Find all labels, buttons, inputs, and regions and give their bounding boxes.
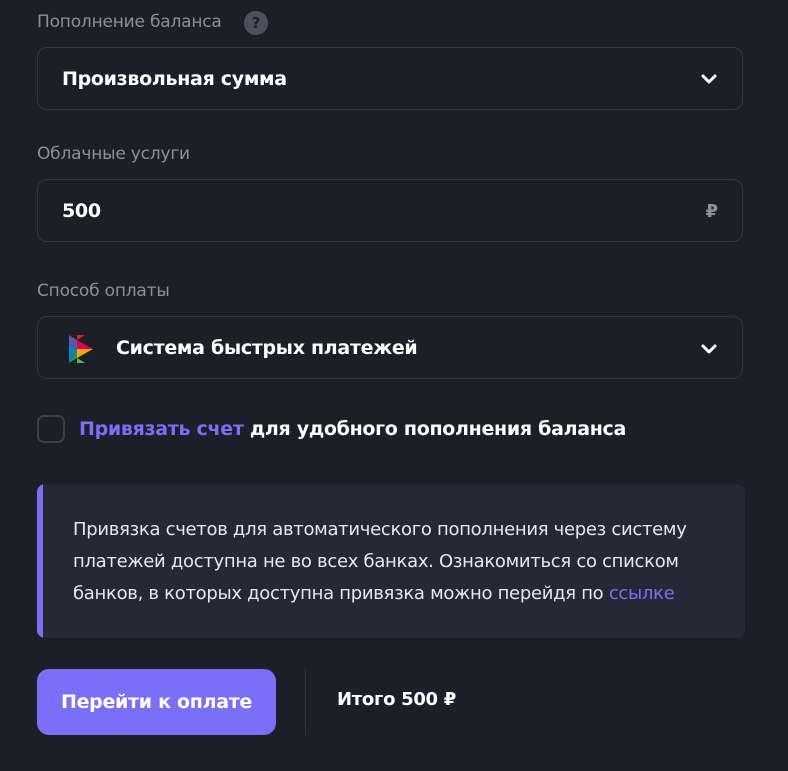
- amount-type-value: Произвольная сумма: [62, 68, 287, 90]
- sbp-logo-icon: [69, 335, 93, 363]
- info-accent-bar: [37, 484, 43, 638]
- info-body: Привязка счетов для автоматического попо…: [73, 519, 687, 604]
- amount-input-value: 500: [62, 200, 101, 222]
- payment-form: Пополнение баланса ? Произвольная сумма …: [0, 0, 788, 771]
- info-notice: Привязка счетов для автоматического попо…: [37, 484, 745, 638]
- link-account-rest: для удобного пополнения баланса: [243, 418, 627, 440]
- payment-method-value: Система быстрых платежей: [116, 337, 418, 359]
- banks-list-link[interactable]: ссылке: [609, 583, 675, 604]
- go-to-payment-button[interactable]: Перейти к оплате: [37, 669, 276, 735]
- cloud-services-label: Облачные услуги: [37, 144, 190, 164]
- amount-type-select[interactable]: Произвольная сумма: [37, 47, 743, 110]
- chevron-down-icon: [701, 344, 717, 354]
- help-icon[interactable]: ?: [244, 11, 268, 35]
- footer-divider: [305, 669, 306, 735]
- total-amount: Итого 500 ₽: [337, 689, 456, 710]
- payment-method-label: Способ оплаты: [37, 281, 170, 301]
- info-text: Привязка счетов для автоматического попо…: [73, 514, 713, 610]
- amount-input[interactable]: 500 ₽: [37, 179, 743, 242]
- link-account-label: Привязать счет для удобного пополнения б…: [79, 418, 626, 440]
- chevron-down-icon: [701, 74, 717, 84]
- ruble-icon: ₽: [705, 201, 718, 222]
- link-account-link[interactable]: Привязать счет: [79, 418, 244, 440]
- payment-method-select[interactable]: Система быстрых платежей: [37, 316, 743, 379]
- topup-label: Пополнение баланса: [37, 12, 222, 32]
- link-account-checkbox[interactable]: [37, 415, 65, 443]
